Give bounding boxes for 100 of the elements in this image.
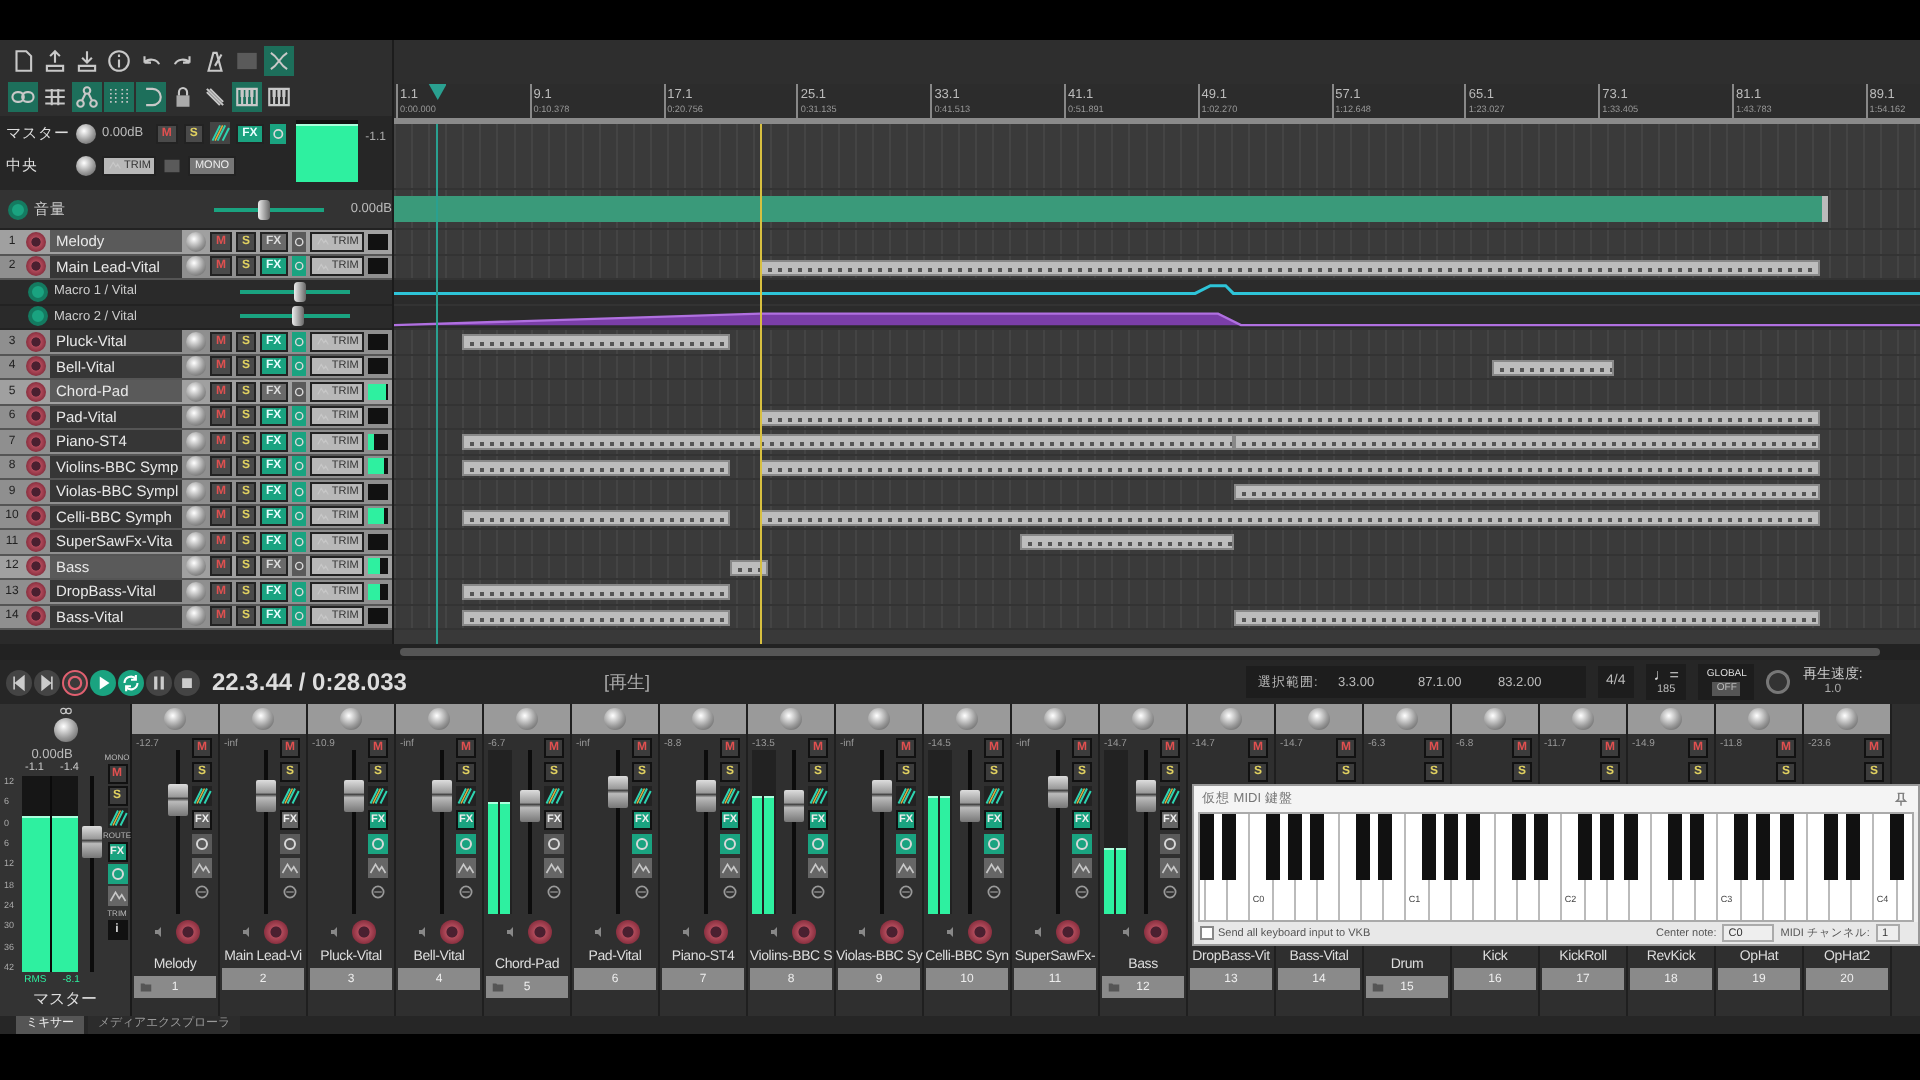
power-icon[interactable]	[192, 834, 212, 854]
circle-icon[interactable]	[280, 882, 300, 902]
midi-item[interactable]	[1492, 359, 1615, 375]
midi-item[interactable]	[1233, 434, 1821, 450]
record-arm-button[interactable]	[439, 920, 463, 944]
pause-icon[interactable]	[146, 669, 172, 695]
slider-thumb[interactable]	[294, 281, 307, 302]
upload-icon[interactable]	[40, 45, 70, 75]
circle-icon[interactable]	[1072, 882, 1092, 902]
speaker-icon[interactable]	[503, 924, 519, 940]
circle-icon[interactable]	[456, 882, 476, 902]
nodes-icon[interactable]	[72, 81, 102, 111]
fader-handle[interactable]	[783, 789, 803, 822]
speaker-icon[interactable]	[767, 924, 783, 940]
speaker-icon[interactable]	[1119, 924, 1135, 940]
envelope-icon[interactable]	[456, 858, 476, 878]
record-arm-button[interactable]	[26, 581, 46, 602]
record-arm-button[interactable]	[26, 331, 46, 352]
record-arm-button[interactable]	[351, 920, 375, 944]
speaker-icon[interactable]	[327, 924, 343, 940]
power-icon[interactable]	[269, 123, 287, 143]
power-icon[interactable]	[544, 834, 564, 854]
envelope-icon[interactable]	[280, 858, 300, 878]
skip-back-icon[interactable]	[6, 669, 32, 695]
routing-icon[interactable]	[544, 786, 564, 806]
record-arm-button[interactable]	[26, 256, 46, 277]
midi-item[interactable]	[760, 259, 1821, 275]
record-arm-button[interactable]	[26, 356, 46, 377]
fader-handle[interactable]	[1135, 779, 1155, 812]
power-icon[interactable]	[291, 381, 306, 402]
envelope-toggle-button[interactable]	[8, 199, 28, 219]
square-icon[interactable]	[162, 155, 183, 175]
record-arm-button[interactable]	[26, 506, 46, 527]
midi-item[interactable]	[1233, 609, 1821, 625]
routing-icon[interactable]	[456, 786, 476, 806]
stop-icon[interactable]	[174, 669, 200, 695]
record-arm-button[interactable]	[967, 920, 991, 944]
fader-handle[interactable]	[695, 779, 715, 812]
record-arm-button[interactable]	[26, 456, 46, 477]
speaker-icon[interactable]	[415, 924, 431, 940]
record-icon[interactable]	[62, 669, 88, 695]
record-arm-button[interactable]	[26, 606, 46, 627]
fader-handle[interactable]	[519, 789, 539, 822]
midi-item[interactable]	[462, 334, 730, 350]
power-icon[interactable]	[291, 231, 306, 252]
playhead-marker[interactable]	[428, 84, 447, 100]
midi-item[interactable]	[462, 509, 730, 525]
record-arm-button[interactable]	[1143, 920, 1167, 944]
envelope-icon[interactable]	[984, 858, 1004, 878]
envelope-icon[interactable]	[896, 858, 916, 878]
routing-icon[interactable]	[720, 786, 740, 806]
link-icon[interactable]	[8, 81, 38, 111]
repeat-icon[interactable]	[118, 669, 144, 695]
envelope-icon[interactable]	[720, 858, 740, 878]
record-arm-button[interactable]	[1055, 920, 1079, 944]
circle-icon[interactable]	[192, 882, 212, 902]
routing-icon[interactable]	[368, 786, 388, 806]
record-arm-button[interactable]	[263, 920, 287, 944]
envelope-icon[interactable]	[632, 858, 652, 878]
fader-handle[interactable]	[959, 789, 979, 822]
speaker-icon[interactable]	[855, 924, 871, 940]
volume-knob[interactable]	[76, 123, 96, 143]
pan-knob[interactable]	[76, 155, 96, 175]
loop-icon[interactable]	[136, 81, 166, 111]
circle-icon[interactable]	[368, 882, 388, 902]
circle-icon[interactable]	[1160, 882, 1180, 902]
midi-item[interactable]	[1233, 484, 1821, 500]
routing-icon[interactable]	[1160, 786, 1180, 806]
speaker-icon[interactable]	[943, 924, 959, 940]
speaker-icon[interactable]	[1031, 924, 1047, 940]
routing-icon[interactable]	[280, 786, 300, 806]
midi-item[interactable]	[462, 459, 730, 475]
midi-item[interactable]	[760, 509, 1821, 525]
midi-item[interactable]	[462, 434, 1234, 450]
fader-handle[interactable]	[607, 776, 627, 809]
record-arm-button[interactable]	[26, 381, 46, 402]
speaker-icon[interactable]	[679, 924, 695, 940]
power-icon[interactable]	[291, 556, 306, 577]
routing-icon[interactable]	[1072, 786, 1092, 806]
pin-icon[interactable]	[1892, 790, 1910, 808]
power-icon[interactable]	[1160, 834, 1180, 854]
midi-item[interactable]	[760, 459, 1821, 475]
circle-icon[interactable]	[896, 882, 916, 902]
record-arm-button[interactable]	[703, 920, 727, 944]
record-arm-button[interactable]	[26, 531, 46, 552]
stereo-icon[interactable]	[55, 704, 75, 718]
dotted-grid-icon[interactable]	[104, 81, 134, 111]
fader-handle[interactable]	[82, 826, 102, 859]
fader-handle[interactable]	[871, 779, 891, 812]
piano-keys-icon[interactable]	[232, 81, 262, 111]
envelope-toggle-button[interactable]	[28, 306, 48, 327]
envelope-icon[interactable]	[544, 858, 564, 878]
record-arm-button[interactable]	[175, 920, 199, 944]
slider-thumb[interactable]	[258, 199, 271, 219]
midi-item[interactable]	[462, 609, 730, 625]
speaker-icon[interactable]	[151, 924, 167, 940]
routing-icon[interactable]	[209, 122, 231, 144]
record-arm-button[interactable]	[527, 920, 551, 944]
slider-thumb[interactable]	[291, 306, 304, 327]
rate-knob[interactable]	[1766, 670, 1791, 694]
